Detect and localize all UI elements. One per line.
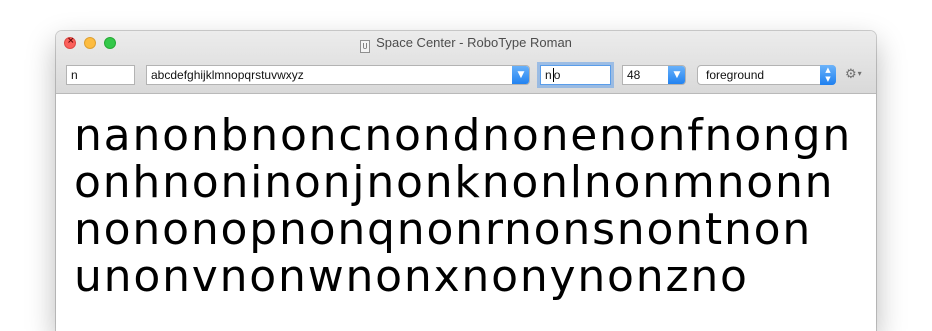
- preview-line: onhnoninonjnonknonlnonmnonn: [74, 157, 835, 208]
- preview-line: nononopnonqnonrnonsnontnon: [74, 204, 813, 255]
- window-title: Space Center - RoboType Roman: [376, 35, 572, 50]
- control-glyph-input[interactable]: n: [66, 65, 135, 85]
- glyph-preview-area[interactable]: nanonbnoncnondnonenonfnongn onhnoninonjn…: [56, 94, 876, 331]
- point-size-dropdown-button[interactable]: ▼: [668, 66, 685, 84]
- up-down-arrows-icon: ▲ ▼: [820, 65, 836, 85]
- chevron-down-icon: ▼: [673, 70, 681, 80]
- glyph-string-value: abcdefghijklmnopqrstuvwxyz: [151, 68, 304, 82]
- suffix-value-before-caret: n: [545, 68, 552, 82]
- layer-value: foreground: [706, 68, 765, 82]
- control-glyph-value: n: [71, 68, 78, 82]
- document-icon[interactable]: U: [360, 40, 371, 53]
- space-center-window: × U Space Center - RoboType Roman n abcde…: [56, 31, 876, 331]
- window-title-area: U Space Center - RoboType Roman: [56, 34, 876, 53]
- chevron-down-icon: ▾: [857, 69, 862, 78]
- glyph-string-dropdown-button[interactable]: ▼: [512, 66, 529, 84]
- title-bar: × U Space Center - RoboType Roman n abcde…: [56, 31, 876, 94]
- preview-line: unonvnonwnonxnonynonzno: [74, 251, 749, 302]
- layer-popup-button[interactable]: foreground ▲ ▼: [697, 65, 836, 85]
- settings-menu-button[interactable]: ⚙▾: [845, 67, 862, 82]
- suffix-glyph-input[interactable]: no: [540, 65, 611, 85]
- point-size-value: 48: [627, 68, 641, 82]
- point-size-combobox[interactable]: 48 ▼: [622, 65, 686, 85]
- glyph-string-combobox[interactable]: abcdefghijklmnopqrstuvwxyz ▼: [146, 65, 530, 85]
- preview-line: nanonbnoncnondnonenonfnongn: [74, 110, 853, 161]
- suffix-value-after-caret: o: [553, 68, 561, 82]
- gear-icon: ⚙: [845, 67, 857, 82]
- chevron-down-icon: ▼: [517, 70, 525, 80]
